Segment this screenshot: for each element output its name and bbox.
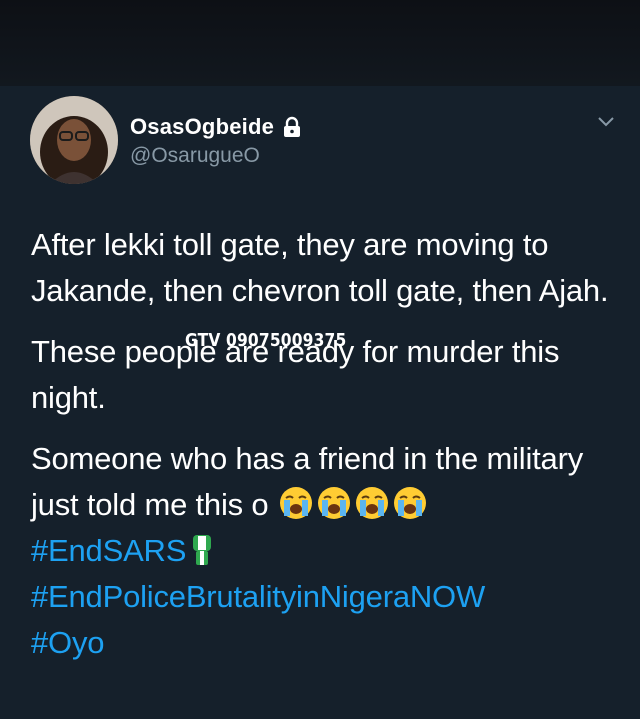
hashtag-oyo[interactable]: #Oyo <box>31 620 631 666</box>
hashtag-endsars[interactable]: #EndSARS <box>31 528 631 574</box>
crying-face-emoji <box>279 487 312 519</box>
crying-face-emoji <box>317 487 350 519</box>
author-name-row[interactable]: OsasOgbeide <box>130 114 302 140</box>
chevron-down-icon[interactable] <box>596 115 616 129</box>
tweet-paragraph-3: Someone who has a friend in the military… <box>31 436 631 528</box>
hashtag-endpolicebrutality[interactable]: #EndPoliceBrutalityinNigeraNOW <box>31 574 631 620</box>
crying-face-emoji <box>393 487 426 519</box>
crying-face-emoji <box>355 487 388 519</box>
watermark: GTV 09075009375 <box>185 330 347 351</box>
handle[interactable]: @OsarugueO <box>130 144 260 168</box>
top-bar <box>0 0 640 86</box>
display-name[interactable]: OsasOgbeide <box>130 114 274 140</box>
raised-fist-emoji <box>193 535 212 565</box>
lock-icon <box>284 116 301 137</box>
avatar[interactable] <box>30 96 118 184</box>
tweet-paragraph-1: After lekki toll gate, they are moving t… <box>31 227 609 308</box>
avatar-photo <box>30 96 118 184</box>
tweet-body: After lekki toll gate, they are moving t… <box>31 222 631 666</box>
hashtag-endsars-text[interactable]: #EndSARS <box>31 533 186 568</box>
